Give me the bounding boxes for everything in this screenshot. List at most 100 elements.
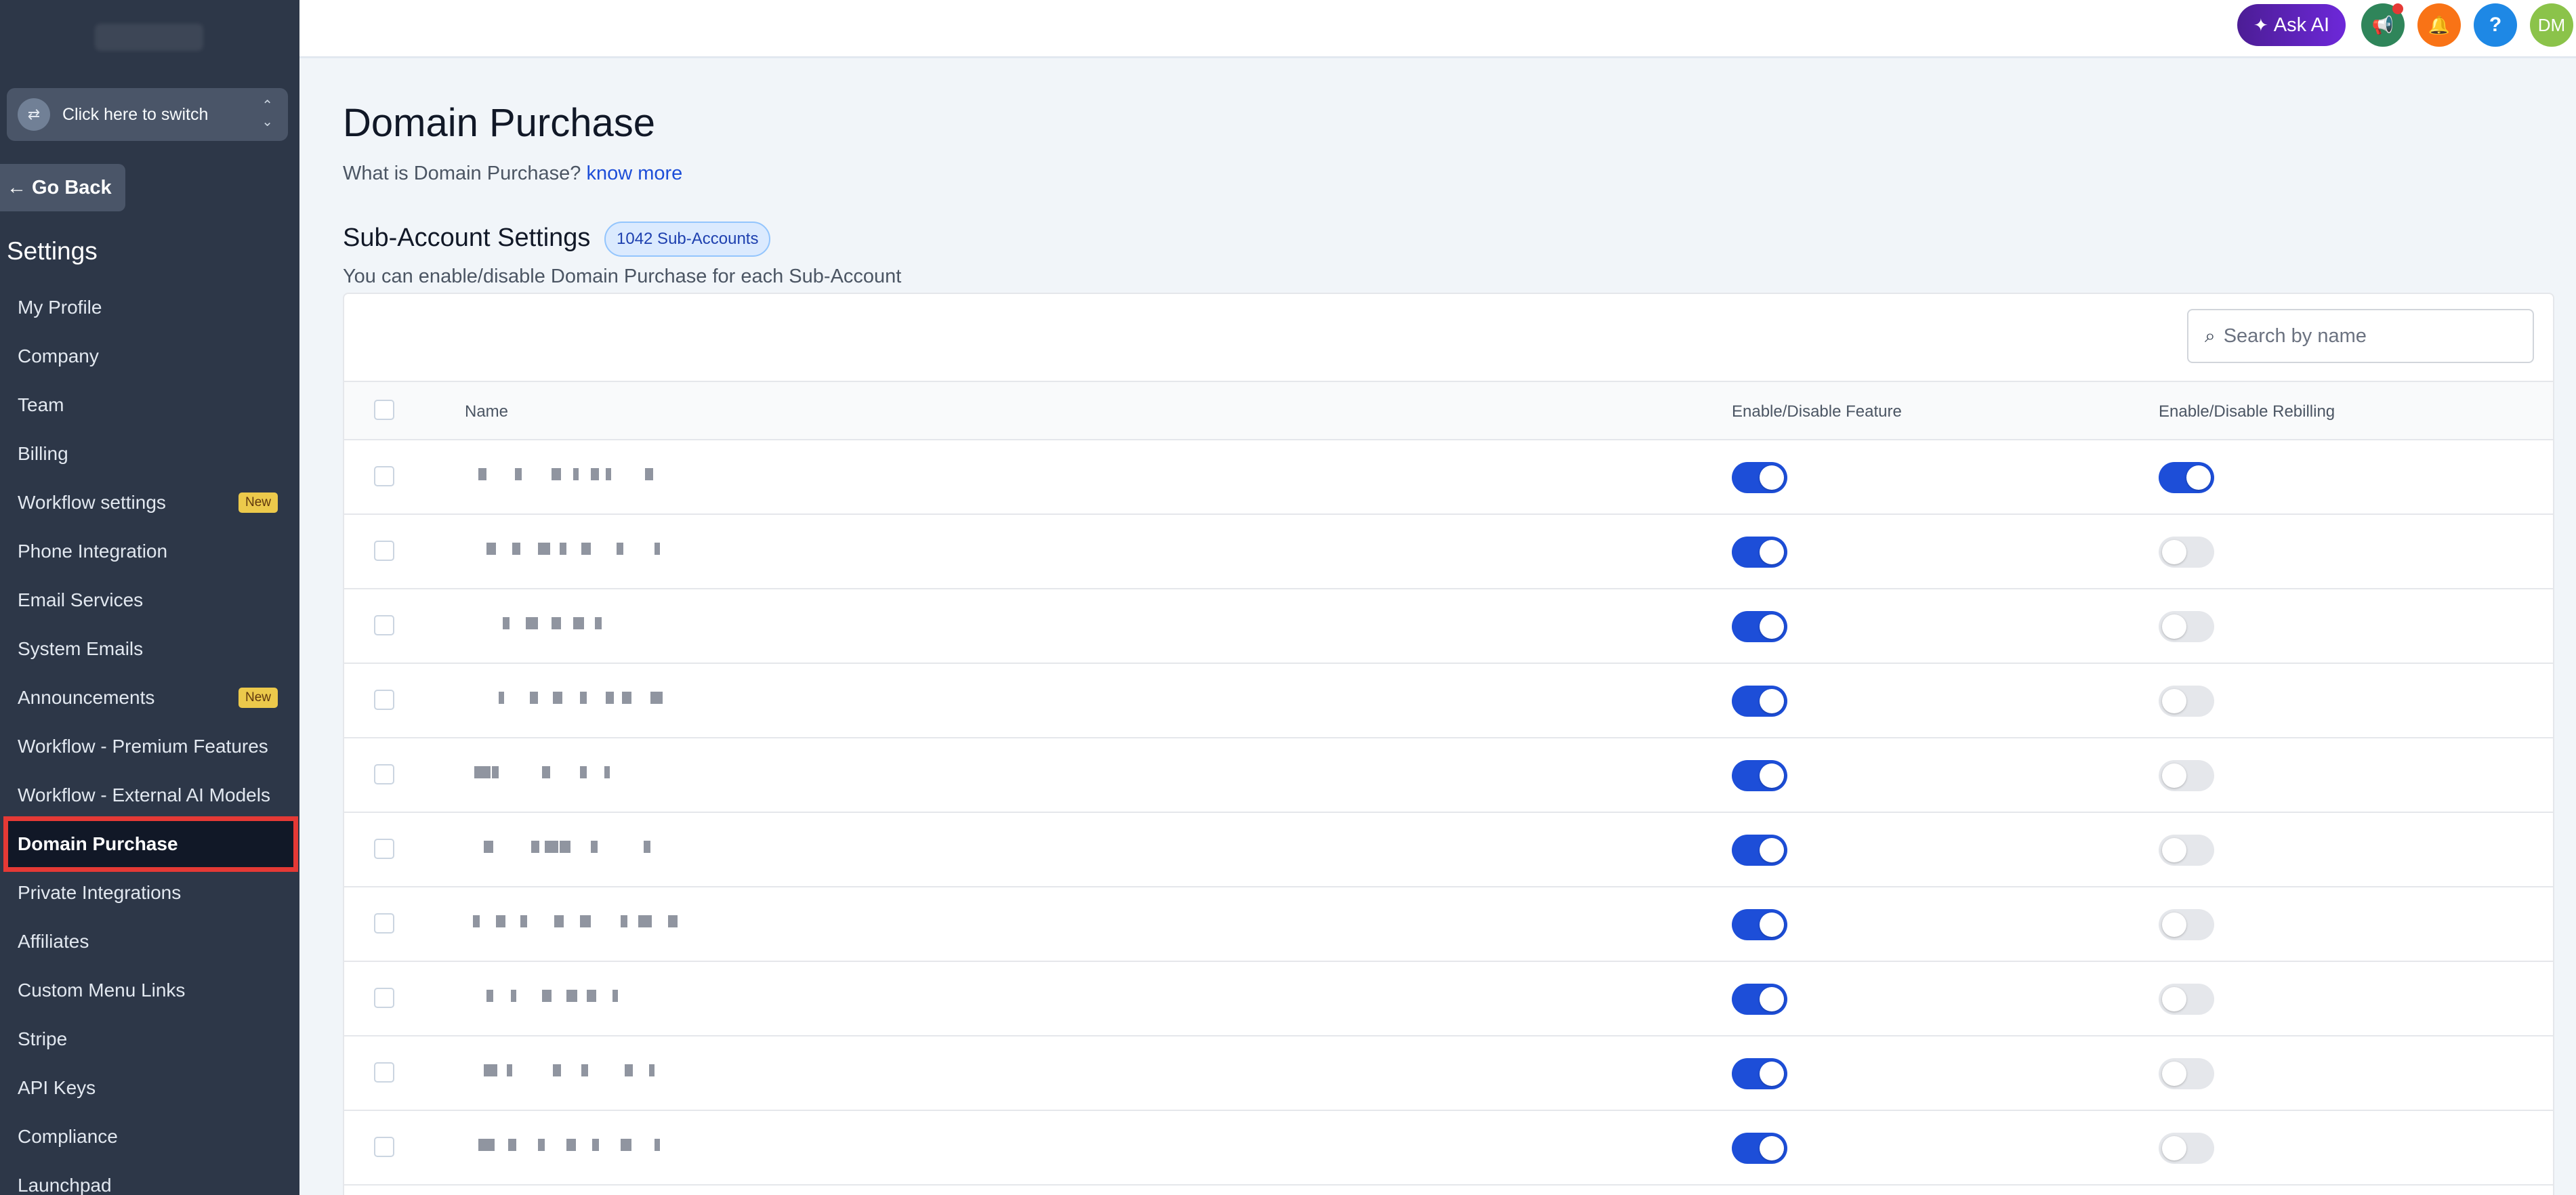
feature-toggle[interactable] bbox=[1732, 909, 1787, 940]
toggle-knob bbox=[1760, 1136, 1784, 1160]
settings-heading: Settings bbox=[7, 237, 98, 265]
sidebar-item-workflow-external-ai-models[interactable]: Workflow - External AI Models bbox=[0, 771, 299, 820]
sidebar-item-workflow-settings[interactable]: Workflow settings New bbox=[0, 478, 299, 527]
redacted-sub-account-name bbox=[463, 1057, 707, 1084]
sidebar-item-label: Compliance bbox=[18, 1126, 118, 1147]
row-checkbox[interactable] bbox=[374, 988, 394, 1008]
row-checkbox[interactable] bbox=[374, 690, 394, 710]
row-checkbox[interactable] bbox=[374, 1137, 394, 1157]
sidebar-item-phone-integration[interactable]: Phone Integration bbox=[0, 527, 299, 576]
table-row[interactable] bbox=[344, 738, 2553, 813]
row-checkbox[interactable] bbox=[374, 466, 394, 486]
page-description: What is Domain Purchase? know more bbox=[343, 163, 682, 185]
notification-dot bbox=[2392, 3, 2403, 14]
feature-toggle[interactable] bbox=[1732, 984, 1787, 1015]
announcements-button[interactable]: 📢 bbox=[2361, 3, 2405, 47]
feature-toggle[interactable] bbox=[1732, 537, 1787, 568]
rebilling-toggle[interactable] bbox=[2159, 537, 2214, 568]
sidebar-item-label: Custom Menu Links bbox=[18, 980, 186, 1001]
search-placeholder: Search by name bbox=[2223, 324, 2367, 347]
toggle-knob bbox=[1760, 465, 1784, 490]
sidebar-item-label: API Keys bbox=[18, 1077, 96, 1098]
toggle-knob bbox=[2162, 1062, 2186, 1086]
row-checkbox[interactable] bbox=[374, 764, 394, 784]
sidebar-item-stripe[interactable]: Stripe bbox=[0, 1015, 299, 1064]
table-row[interactable] bbox=[344, 440, 2553, 515]
feature-toggle[interactable] bbox=[1732, 760, 1787, 791]
feature-toggle[interactable] bbox=[1732, 835, 1787, 866]
toggle-knob bbox=[2186, 465, 2211, 490]
go-back-label: Go Back bbox=[32, 176, 112, 198]
notifications-button[interactable]: 🔔 bbox=[2417, 3, 2461, 47]
sidebar-item-domain-purchase[interactable]: Domain Purchase bbox=[3, 816, 298, 872]
help-button[interactable]: ? bbox=[2474, 3, 2517, 47]
rebilling-toggle[interactable] bbox=[2159, 462, 2214, 493]
sidebar: ⇄ Click here to switch ⌃ ⌄ ← Go Back Sett… bbox=[0, 0, 299, 1195]
feature-toggle[interactable] bbox=[1732, 462, 1787, 493]
table-row[interactable] bbox=[344, 813, 2553, 887]
toggle-knob bbox=[1760, 763, 1784, 788]
sidebar-item-email-services[interactable]: Email Services bbox=[0, 576, 299, 625]
sidebar-item-billing[interactable]: Billing bbox=[0, 429, 299, 478]
sidebar-item-label: Billing bbox=[18, 443, 68, 464]
sidebar-item-custom-menu-links[interactable]: Custom Menu Links bbox=[0, 966, 299, 1015]
sidebar-item-label: Phone Integration bbox=[18, 541, 168, 562]
table-row[interactable] bbox=[344, 887, 2553, 962]
table-row[interactable] bbox=[344, 1111, 2553, 1186]
sidebar-item-affiliates[interactable]: Affiliates bbox=[0, 917, 299, 966]
table-row[interactable] bbox=[344, 589, 2553, 664]
sidebar-item-company[interactable]: Company bbox=[0, 332, 299, 381]
sidebar-item-label: Stripe bbox=[18, 1028, 68, 1049]
redacted-sub-account-name bbox=[463, 684, 707, 711]
sidebar-item-compliance[interactable]: Compliance bbox=[0, 1112, 299, 1161]
table-row[interactable] bbox=[344, 1036, 2553, 1111]
toggle-knob bbox=[1760, 614, 1784, 639]
sidebar-item-system-emails[interactable]: System Emails bbox=[0, 625, 299, 673]
toggle-knob bbox=[1760, 540, 1784, 564]
table-row[interactable] bbox=[344, 962, 2553, 1036]
know-more-link[interactable]: know more bbox=[586, 163, 682, 184]
feature-toggle[interactable] bbox=[1732, 1133, 1787, 1164]
rebilling-toggle[interactable] bbox=[2159, 686, 2214, 717]
sidebar-item-team[interactable]: Team bbox=[0, 381, 299, 429]
rebilling-toggle[interactable] bbox=[2159, 611, 2214, 642]
sparkle-icon: ✦ bbox=[2253, 14, 2268, 35]
redacted-sub-account-name bbox=[463, 610, 707, 637]
sidebar-item-private-integrations[interactable]: Private Integrations bbox=[0, 868, 299, 917]
redacted-sub-account-name bbox=[463, 982, 707, 1009]
rebilling-toggle[interactable] bbox=[2159, 909, 2214, 940]
sidebar-item-announcements[interactable]: Announcements New bbox=[0, 673, 299, 722]
row-checkbox[interactable] bbox=[374, 541, 394, 561]
go-back-button[interactable]: ← Go Back bbox=[0, 164, 125, 211]
rebilling-toggle[interactable] bbox=[2159, 835, 2214, 866]
sidebar-item-workflow-premium-features[interactable]: Workflow - Premium Features bbox=[0, 722, 299, 771]
sidebar-item-label: Workflow - External AI Models bbox=[18, 784, 270, 805]
sidebar-item-label: System Emails bbox=[18, 638, 144, 659]
select-all-checkbox[interactable] bbox=[374, 400, 394, 420]
chevron-up-down-icon: ⌃ ⌄ bbox=[262, 98, 273, 129]
row-checkbox[interactable] bbox=[374, 615, 394, 635]
column-name: Name bbox=[465, 402, 509, 421]
rebilling-toggle[interactable] bbox=[2159, 984, 2214, 1015]
table-row[interactable] bbox=[344, 515, 2553, 589]
account-switcher[interactable]: ⇄ Click here to switch ⌃ ⌄ bbox=[7, 88, 288, 141]
feature-toggle[interactable] bbox=[1732, 686, 1787, 717]
feature-toggle[interactable] bbox=[1732, 1058, 1787, 1089]
row-checkbox[interactable] bbox=[374, 913, 394, 934]
row-checkbox[interactable] bbox=[374, 1062, 394, 1083]
row-checkbox[interactable] bbox=[374, 839, 394, 859]
sidebar-item-my-profile[interactable]: My Profile bbox=[0, 283, 299, 332]
rebilling-toggle[interactable] bbox=[2159, 760, 2214, 791]
sub-account-description: You can enable/disable Domain Purchase f… bbox=[343, 266, 902, 287]
top-bar: ✦ Ask AI 📢 🔔 ? DM bbox=[299, 0, 2576, 58]
table-row[interactable] bbox=[344, 664, 2553, 738]
search-input[interactable]: ⌕ Search by name bbox=[2187, 309, 2534, 363]
sidebar-item-label: Email Services bbox=[18, 589, 144, 610]
sidebar-item-launchpad[interactable]: Launchpad bbox=[0, 1161, 299, 1195]
user-avatar[interactable]: DM bbox=[2530, 3, 2573, 47]
rebilling-toggle[interactable] bbox=[2159, 1058, 2214, 1089]
ask-ai-button[interactable]: ✦ Ask AI bbox=[2237, 4, 2346, 46]
feature-toggle[interactable] bbox=[1732, 611, 1787, 642]
rebilling-toggle[interactable] bbox=[2159, 1133, 2214, 1164]
sidebar-item-api-keys[interactable]: API Keys bbox=[0, 1064, 299, 1112]
